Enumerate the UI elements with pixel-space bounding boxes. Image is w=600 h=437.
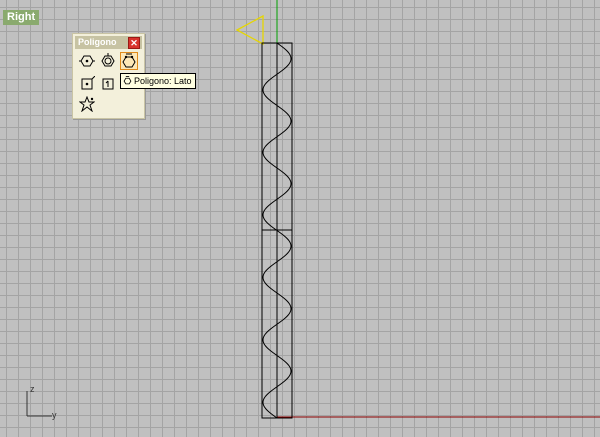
polygon-center-icon — [79, 55, 95, 67]
axis-label-z: z — [30, 384, 35, 394]
square-polygon-icon — [102, 78, 114, 90]
square-polygon-button[interactable] — [100, 76, 116, 92]
close-icon[interactable]: ✕ — [128, 37, 140, 49]
polygon-circumscribed-icon — [101, 53, 115, 67]
toolbar-title: Poligono — [78, 37, 117, 47]
polygon-edge-button[interactable] — [120, 52, 138, 70]
viewport-label[interactable]: Right — [3, 10, 40, 25]
axis-label-y: y — [52, 410, 57, 420]
tooltip: Poligono: Lato — [120, 73, 196, 89]
right-viewport[interactable]: Right Poligono ✕ Poligono: Lato z y — [0, 0, 600, 437]
polygon-center-button[interactable] — [79, 53, 95, 69]
toolbar-titlebar[interactable]: Poligono ✕ — [75, 36, 142, 49]
polygon-edge-icon — [122, 53, 136, 68]
camera-marker-icon[interactable] — [235, 14, 264, 46]
polygon-edge-icon — [123, 76, 132, 85]
star-icon — [79, 96, 95, 112]
star-button[interactable] — [79, 96, 95, 112]
polygon-circumscribed-button[interactable] — [100, 53, 116, 69]
rectangle-polygon-icon — [81, 76, 95, 90]
rectangle-polygon-button[interactable] — [79, 76, 95, 92]
tooltip-text: Poligono: Lato — [134, 76, 192, 86]
